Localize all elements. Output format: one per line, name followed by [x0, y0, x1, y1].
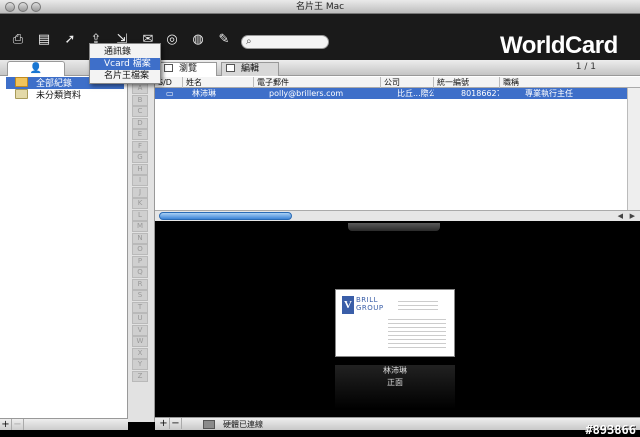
- alpha-index-x[interactable]: X: [132, 347, 148, 359]
- image-icon: [226, 64, 235, 72]
- card-name-caption: 林沛琳: [383, 366, 407, 375]
- alpha-index-r[interactable]: R: [132, 278, 148, 290]
- alpha-index-f[interactable]: F: [132, 140, 148, 152]
- window-title: 名片王 Mac: [295, 2, 345, 12]
- contacts-tab[interactable]: 👤: [7, 61, 65, 76]
- alpha-index-v[interactable]: V: [132, 324, 148, 336]
- alpha-index-c[interactable]: C: [132, 106, 148, 117]
- card-preview-panel: V BRILL GROUP 林沛琳 正面: [155, 221, 640, 417]
- view-tabs: 瀏覽 編輯 1 / 1: [155, 60, 640, 76]
- table-row[interactable]: ▭ 林沛琳 polly@brillers.com 比丘...際公司 801866…: [155, 88, 627, 99]
- alpha-index-k[interactable]: K: [132, 198, 148, 209]
- card-list-panel: 瀏覽 編輯 1 / 1 S/D 姓名 電子郵件 公司 統一編號 職稱 ▭ 林沛琳…: [155, 60, 640, 221]
- search-input[interactable]: ⌕: [241, 35, 329, 49]
- alpha-index-s[interactable]: S: [132, 290, 148, 301]
- watermark: #893866: [585, 423, 636, 437]
- alpha-index-l[interactable]: L: [132, 209, 148, 221]
- card-logo: V BRILL GROUP: [342, 296, 386, 314]
- alpha-index-o[interactable]: O: [132, 244, 148, 255]
- folder-icon: [15, 77, 28, 87]
- alpha-index-z[interactable]: Z: [132, 370, 148, 382]
- edit-icon[interactable]: ✎: [215, 32, 233, 48]
- cell-title: 專業執行主任: [525, 89, 573, 98]
- status-bar: + − 硬體已連線: [155, 417, 640, 430]
- scroll-right-arrow[interactable]: ▶: [630, 211, 635, 221]
- vertical-scrollbar[interactable]: [627, 88, 640, 211]
- alpha-index-a[interactable]: A: [132, 83, 148, 94]
- alpha-index-j[interactable]: J: [132, 186, 148, 198]
- alpha-index-m[interactable]: M: [132, 221, 148, 232]
- col-name[interactable]: 姓名: [182, 77, 253, 88]
- alpha-index-d[interactable]: D: [132, 117, 148, 129]
- zoom-window-button[interactable]: [31, 2, 41, 12]
- alpha-index-u[interactable]: U: [132, 313, 148, 324]
- sync-icon[interactable]: ◎: [163, 32, 181, 48]
- folder-icon: [15, 89, 28, 99]
- cell-email: polly@brillers.com: [269, 89, 344, 98]
- col-title[interactable]: 職稱: [499, 77, 627, 88]
- alpha-index-t[interactable]: T: [132, 301, 148, 313]
- close-window-button[interactable]: [5, 2, 15, 12]
- split-handle[interactable]: [348, 223, 440, 231]
- web-icon[interactable]: ◍: [189, 32, 207, 48]
- col-tax-id[interactable]: 統一編號: [433, 77, 499, 88]
- menu-item-vcard[interactable]: Vcard 檔案: [90, 58, 160, 70]
- folder-uncategorized[interactable]: 未分類資料: [6, 89, 124, 101]
- cursor-icon[interactable]: ➚: [61, 32, 79, 48]
- cell-company: 比丘...際公司: [397, 89, 434, 98]
- status-text: 硬體已連線: [223, 420, 263, 429]
- col-company[interactable]: 公司: [380, 77, 433, 88]
- scan-icon[interactable]: ⎙: [9, 32, 27, 48]
- remove-card-button[interactable]: −: [170, 418, 182, 429]
- sidebar: 👤 全部紀錄 未分類資料: [0, 60, 128, 422]
- menu-item-address-book[interactable]: 通訊錄: [90, 46, 160, 58]
- list-icon: [164, 64, 173, 72]
- alpha-index-w[interactable]: W: [132, 336, 148, 347]
- brand-logo: WorldCard: [500, 32, 618, 59]
- alpha-index-e[interactable]: E: [132, 129, 148, 140]
- card-side-caption: 正面: [387, 378, 403, 387]
- alpha-index-i[interactable]: I: [132, 175, 148, 186]
- alpha-index-b[interactable]: B: [132, 94, 148, 106]
- scroll-thumb[interactable]: [159, 212, 292, 220]
- person-icon: 👤: [29, 63, 43, 74]
- alpha-index-y[interactable]: Y: [132, 359, 148, 370]
- alpha-index-h[interactable]: H: [132, 163, 148, 175]
- tab-edit[interactable]: 編輯: [221, 62, 279, 76]
- remove-folder-button[interactable]: −: [12, 419, 24, 430]
- alpha-index-q[interactable]: Q: [132, 267, 148, 278]
- device-icon: [203, 420, 215, 429]
- scroll-left-arrow[interactable]: ◀: [618, 211, 623, 221]
- minimize-window-button[interactable]: [18, 2, 28, 12]
- export-menu: 通訊錄 Vcard 檔案 名片王檔案: [89, 43, 161, 84]
- alpha-index: ABCDEFGHIJKLMNOPQRSTUVWXYZ: [128, 75, 155, 422]
- horizontal-scrollbar[interactable]: ◀ ▶: [155, 210, 640, 221]
- alpha-index-n[interactable]: N: [132, 232, 148, 244]
- new-card-icon[interactable]: ▤: [35, 32, 53, 48]
- col-email[interactable]: 電子郵件: [253, 77, 380, 88]
- add-folder-button[interactable]: +: [0, 419, 12, 430]
- table-header: S/D 姓名 電子郵件 公司 統一編號 職稱: [155, 77, 640, 88]
- cell-tax-id: 80186627: [461, 89, 499, 98]
- tab-browse[interactable]: 瀏覽: [159, 62, 217, 76]
- sidebar-footer: + −: [0, 418, 128, 430]
- pager: 1 / 1: [575, 62, 596, 72]
- menu-item-worldcard-file[interactable]: 名片王檔案: [90, 70, 160, 82]
- business-card-image[interactable]: V BRILL GROUP: [335, 289, 455, 357]
- card-icon: ▭: [166, 89, 174, 98]
- alpha-index-p[interactable]: P: [132, 255, 148, 267]
- cell-name: 林沛琳: [192, 89, 216, 98]
- search-icon: ⌕: [246, 36, 252, 47]
- add-card-button[interactable]: +: [158, 418, 170, 429]
- title-bar: 名片王 Mac: [0, 0, 640, 14]
- alpha-index-g[interactable]: G: [132, 152, 148, 163]
